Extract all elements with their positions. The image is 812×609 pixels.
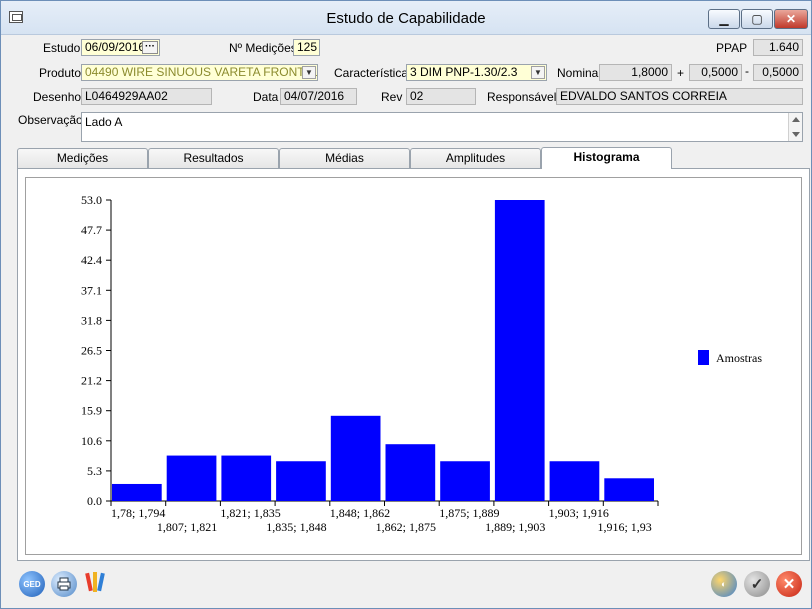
x-tick-label: 1,889; 1,903 (485, 520, 545, 534)
plus-tolerance-label: + (677, 66, 685, 80)
caracteristica-label: Característica (334, 66, 409, 80)
confirm-button[interactable]: ✓ (744, 571, 770, 597)
histogram-bar (549, 461, 600, 501)
maximize-icon: ▢ (751, 12, 763, 26)
close-icon: ✕ (785, 12, 797, 26)
chevron-down-icon[interactable]: ▼ (531, 66, 545, 79)
tab-medicoes[interactable]: Medições (17, 148, 148, 168)
ppap-field: 1.640 (753, 39, 803, 56)
produto-select[interactable]: 04490 WIRE SINUOUS VARETA FRONTAL ▼ (81, 64, 318, 81)
chevron-down-icon[interactable]: ▼ (302, 66, 316, 79)
capability-study-window: Estudo de Capabilidade ▁ ▢ ✕ Estudo 06/0… (0, 0, 812, 609)
desenho-label: Desenho (33, 90, 82, 104)
minus-tolerance-field: 0,5000 (753, 64, 803, 81)
ged-icon: GED (23, 579, 41, 589)
scroll-down-icon[interactable] (792, 132, 800, 137)
globe-icon: ◐ (721, 579, 727, 589)
y-tick-label: 31.8 (81, 313, 102, 327)
x-tick-label: 1,903; 1,916 (549, 506, 609, 520)
caracteristica-select[interactable]: 3 DIM PNP-1.30/2.3 ▼ (406, 64, 547, 81)
histogram-bar (112, 483, 162, 501)
histogram-bar (330, 415, 381, 501)
globe-button[interactable]: ◐ (711, 571, 737, 597)
y-tick-label: 47.7 (81, 223, 102, 237)
y-tick-label: 26.5 (81, 344, 102, 358)
x-tick-label: 1,848; 1,862 (330, 506, 390, 520)
y-tick-label: 37.1 (81, 283, 102, 297)
cancel-icon: ✕ (782, 576, 796, 593)
desenho-field: L0464929AA02 (81, 88, 212, 105)
histogram-bar (494, 200, 545, 501)
responsavel-field: EDVALDO SANTOS CORREIA (556, 88, 803, 105)
produto-value: 04490 WIRE SINUOUS VARETA FRONTAL (85, 65, 318, 79)
ged-button[interactable]: GED (19, 571, 45, 597)
minus-tolerance-label: - (745, 64, 749, 78)
check-icon: ✓ (750, 576, 764, 593)
histogram-bar (385, 444, 436, 501)
y-tick-label: 53.0 (81, 193, 102, 207)
responsavel-label: Responsável (487, 90, 557, 104)
cancel-button[interactable]: ✕ (776, 571, 802, 597)
minimize-icon: ▁ (719, 12, 729, 26)
pencils-button[interactable] (85, 569, 105, 597)
nominal-label: Nominal (557, 66, 602, 80)
histogram-bar (166, 455, 217, 501)
histogram-bar (221, 455, 272, 501)
estudo-date-field[interactable]: 06/09/2016 ··· (81, 39, 160, 56)
tab-histograma[interactable]: Histograma (541, 147, 672, 169)
minimize-button[interactable]: ▁ (708, 9, 740, 29)
x-tick-label: 1,835; 1,848 (266, 520, 326, 534)
histogram-bar (440, 461, 490, 501)
close-button[interactable]: ✕ (774, 9, 808, 29)
y-tick-label: 42.4 (81, 253, 102, 267)
plus-tolerance-field: 0,5000 (689, 64, 742, 81)
histogram-chart-frame: 0.0 5.3 10.6 15.9 21.2 26.5 31.8 37.1 42.4 47.7 53… (25, 177, 802, 555)
nominal-field: 1,8000 (599, 64, 672, 81)
printer-button[interactable] (51, 571, 77, 597)
scroll-up-icon[interactable] (792, 117, 800, 122)
rev-field: 02 (406, 88, 476, 105)
observacao-scrollbar[interactable] (788, 113, 802, 141)
observacao-value: Lado A (85, 115, 123, 129)
x-tick-label: 1,916; 1,93 (597, 520, 651, 534)
data-field: 04/07/2016 (280, 88, 357, 105)
y-tick-label: 21.2 (81, 374, 102, 388)
histogram-panel: 0.0 5.3 10.6 15.9 21.2 26.5 31.8 37.1 42.4 47.7 53… (17, 168, 810, 561)
caracteristica-value: 3 DIM PNP-1.30/2.3 (410, 65, 518, 79)
y-tick-label: 10.6 (81, 434, 102, 448)
observacao-textarea[interactable]: Lado A (81, 112, 803, 142)
x-tick-label: 1,807; 1,821 (157, 520, 217, 534)
title-bar: Estudo de Capabilidade ▁ ▢ ✕ (1, 1, 811, 35)
tab-resultados[interactable]: Resultados (148, 148, 279, 168)
y-tick-label: 5.3 (87, 464, 102, 478)
rev-label: Rev (381, 90, 403, 104)
y-tick-label: 0.0 (87, 494, 102, 508)
medicoes-count-field[interactable]: 125 (293, 39, 320, 56)
produto-label: Produto (39, 66, 82, 80)
legend-label: Amostras (716, 351, 762, 365)
printer-icon (57, 577, 71, 591)
data-label: Data (253, 90, 279, 104)
x-tick-label: 1,78; 1,794 (111, 506, 165, 520)
estudo-lookup-button[interactable]: ··· (142, 41, 158, 54)
x-tick-label: 1,875; 1,889 (439, 506, 499, 520)
x-tick-label: 1,862; 1,875 (376, 520, 436, 534)
pencils-icon (85, 572, 105, 592)
medicoes-label: Nº Medições (229, 41, 297, 55)
ppap-label: PPAP (716, 41, 748, 55)
y-tick-label: 15.9 (81, 404, 102, 418)
histogram-chart: 0.0 5.3 10.6 15.9 21.2 26.5 31.8 37.1 42.4 47.7 53… (81, 193, 762, 534)
maximize-button[interactable]: ▢ (741, 9, 773, 29)
tab-medias[interactable]: Médias (279, 148, 410, 168)
window-title: Estudo de Capabilidade (326, 10, 486, 27)
histogram-bar (276, 461, 326, 501)
histogram-bar (604, 478, 654, 501)
tab-amplitudes[interactable]: Amplitudes (410, 148, 541, 168)
observacao-label: Observação (18, 113, 83, 127)
estudo-date-value: 06/09/2016 (85, 40, 146, 54)
x-tick-label: 1,821; 1,835 (220, 506, 280, 520)
estudo-label: Estudo (43, 41, 81, 55)
legend-swatch (698, 350, 709, 365)
